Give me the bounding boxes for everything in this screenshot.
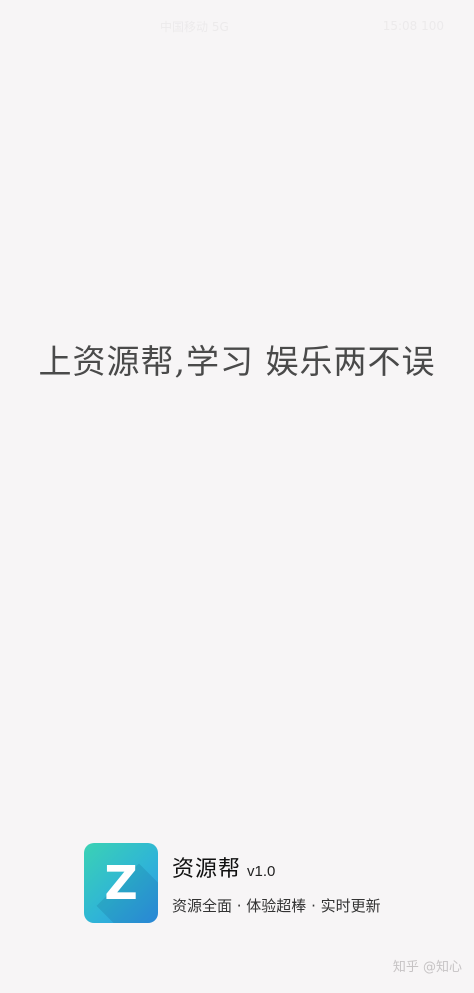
status-bar: 中国移动 5G 15:08 100	[0, 0, 474, 50]
watermark: 知乎 @知心	[392, 960, 462, 975]
status-left: 中国移动 5G	[160, 16, 229, 36]
splash-slogan: 上资源帮,学习 娱乐两不误	[38, 342, 436, 381]
status-right: 15:08 100	[383, 16, 444, 36]
brand-title-row: 资源帮 v1.0	[172, 851, 381, 883]
carrier-signal-text: 中国移动 5G	[160, 19, 229, 34]
app-name: 资源帮	[172, 856, 242, 882]
brand-text: 资源帮 v1.0 资源全面 · 体验超棒 · 实时更新	[172, 851, 381, 916]
status-clock-battery-text: 15:08 100	[382, 19, 444, 33]
app-tagline: 资源全面 · 体验超棒 · 实时更新	[172, 896, 381, 915]
brand-block: Z 资源帮 v1.0 资源全面 · 体验超棒 · 实时更新	[84, 843, 381, 923]
app-logo-letter: Z	[104, 856, 138, 910]
app-version: v1.0	[247, 862, 276, 880]
app-logo-icon: Z	[84, 843, 158, 923]
